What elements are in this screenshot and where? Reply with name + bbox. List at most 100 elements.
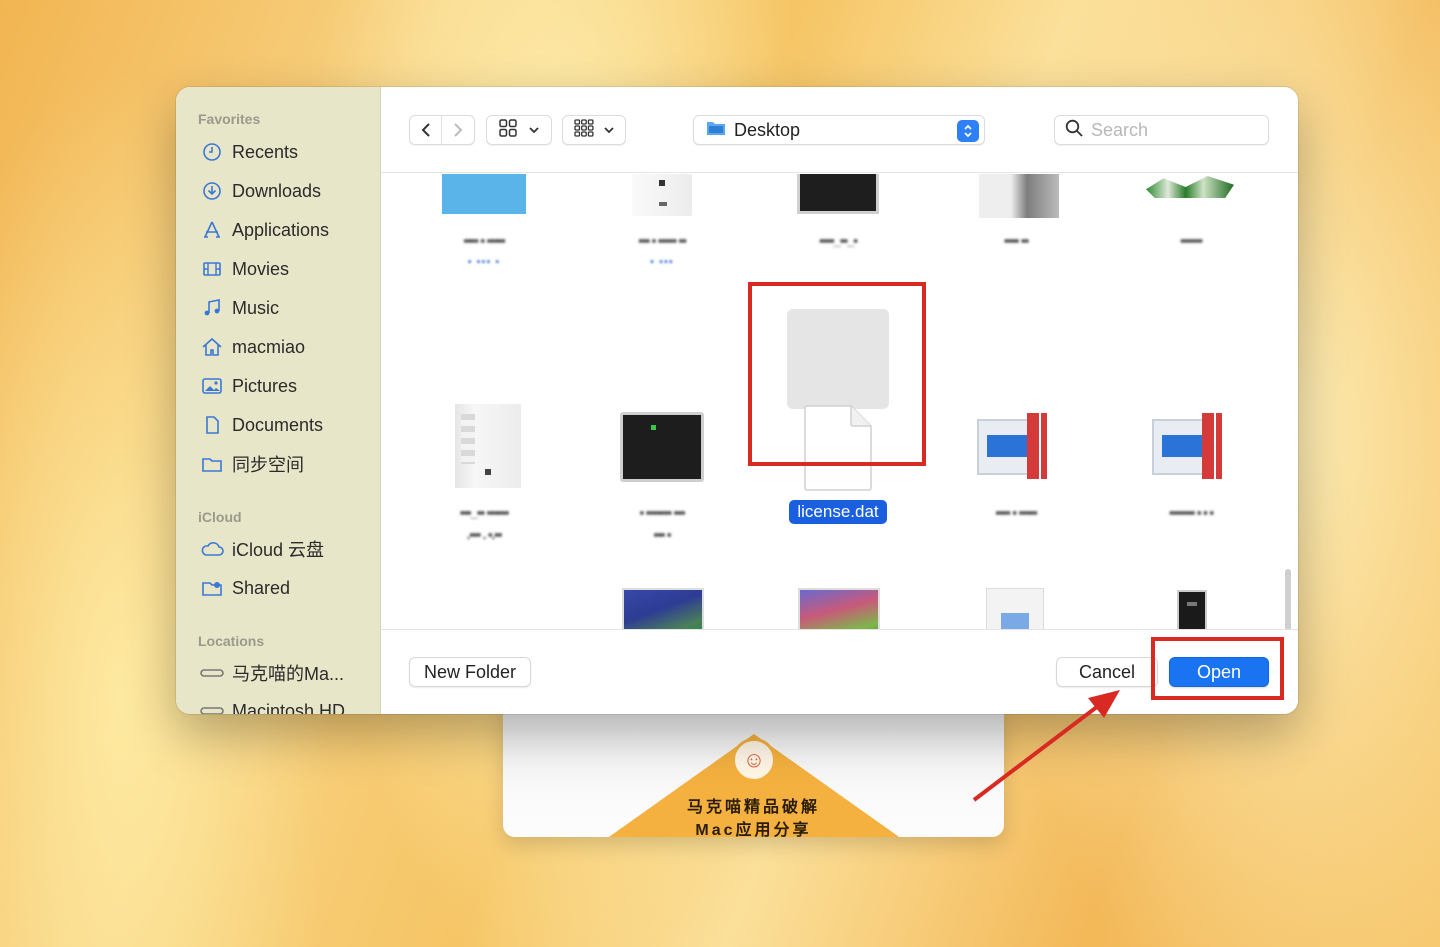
file-item[interactable]: ▪▪▪▪▪▪: [1116, 174, 1266, 274]
app-document-thumbnail: [1152, 413, 1230, 485]
sidebar-item-label: 马克喵的Ma...: [232, 664, 345, 684]
file-thumbnail: [1146, 176, 1234, 198]
file-item[interactable]: ▪▪▪▪▪ ▪▪▪▪ ▪: [587, 582, 737, 629]
view-mode-button[interactable]: [486, 115, 552, 145]
file-item[interactable]: ▪ ▪▪▪▪▪▪▪ ▪▪▪ ▪▪▪ ▪: [587, 399, 737, 559]
file-thumbnail: [620, 412, 704, 482]
sidebar-item-home[interactable]: macmiao: [200, 333, 305, 361]
current-folder-label: Desktop: [734, 119, 801, 140]
file-name-blurred: ▪▪▪▪ ▪ ▪▪▪▪▪: [463, 233, 505, 248]
group-by-button[interactable]: [562, 115, 626, 145]
sidebar-item-label: Movies: [232, 258, 290, 279]
file-thumbnail: [442, 174, 526, 214]
sidebar-item-label: Applications: [232, 219, 330, 240]
sidebar-item-label: Downloads: [232, 180, 322, 201]
file-item[interactable]: M▪▪ ▪▪▪ ▪▪ ▪▪: [409, 582, 559, 629]
file-name-blurred: ▪▪▪▪_▪▪_▪: [819, 233, 858, 248]
back-icon[interactable]: [410, 116, 443, 144]
forward-icon[interactable]: [442, 116, 474, 144]
film-icon: [200, 257, 224, 281]
file-item[interactable]: ▪▪▪▪ ▪▪: [941, 174, 1091, 274]
sidebar-item-label: macmiao: [232, 336, 306, 357]
sidebar-item-label: Shared: [232, 577, 291, 598]
highlight-box-open-button: [1151, 637, 1284, 700]
sidebar-item-icloud-drive[interactable]: iCloud 云盘: [200, 535, 324, 563]
sidebar-item-music[interactable]: Music: [200, 294, 279, 322]
sidebar-item-movies[interactable]: Movies: [200, 255, 289, 283]
sidebar-item-recents[interactable]: Recents: [200, 138, 298, 166]
toolbar: Desktop: [381, 87, 1298, 173]
file-item[interactable]: ▪▪▪▪ ▪▪▪▪▪ ▪: [1116, 582, 1266, 629]
file-meta-blurred: ▪ ▪▪▪: [650, 256, 674, 268]
sidebar-item-applications[interactable]: Applications: [200, 216, 329, 244]
home-icon: [200, 335, 224, 359]
updown-chevron-icon: [957, 120, 979, 142]
sidebar-item-downloads[interactable]: Downloads: [200, 177, 321, 205]
search-field[interactable]: [1054, 115, 1269, 145]
file-name-blurred: ▪▪▪▪ ▪ ▪▪▪▪▪: [995, 505, 1037, 520]
file-thumbnail: [632, 174, 692, 216]
vertical-scrollbar[interactable]: [1285, 569, 1291, 629]
file-name-blurred: ▪▪▪▪▪▪▪ ▪ ▪ ▪: [1169, 505, 1214, 520]
location-popup[interactable]: Desktop: [693, 115, 985, 145]
nav-buttons: [409, 115, 475, 145]
file-name-blurred: ▪▪▪ ▪: [653, 527, 671, 542]
highlight-box-license-file: [748, 282, 926, 466]
file-item[interactable]: ▪▪▪▪ ▪ ▪▪▪▪▪ ▪ ▪▪▪ ▪: [409, 174, 559, 274]
file-thumbnail: [797, 174, 879, 214]
sidebar-item-label: Documents: [232, 414, 324, 435]
search-input[interactable]: [1091, 119, 1261, 141]
applications-icon: [200, 218, 224, 242]
file-thumbnail: [979, 174, 1059, 218]
file-item[interactable]: ▪▪▪▪ ▪ ▪▪▪▪▪: [941, 399, 1091, 559]
desktop-folder-icon: [706, 119, 726, 142]
app-document-thumbnail: [977, 413, 1055, 485]
file-item[interactable]: ▪▪▪ ▪' ▪▪▪ ▪▪▪▪: [941, 582, 1091, 629]
file-item[interactable]: ▪▪▪▪_▪▪_▪: [763, 174, 913, 274]
sidebar-item-label: Macintosh HD: [232, 700, 346, 715]
file-thumbnail: [986, 588, 1044, 629]
sidebar-item-label: Recents: [232, 141, 299, 162]
sidebar: Favorites Recents Downloads Applications…: [176, 87, 381, 714]
sidebar-item-sync-space[interactable]: 同步空间: [200, 450, 304, 478]
file-name-blurred: .▪▪▪ . ▪.▪▪: [466, 527, 503, 542]
sidebar-item-shared[interactable]: Shared: [200, 574, 290, 602]
selected-file-name: license.dat: [789, 500, 887, 524]
file-item[interactable]: ▪▪▪ ▪ ▪▪▪▪▪ ▪▪ ▪ ▪▪▪: [587, 174, 737, 274]
search-icon: [1065, 119, 1083, 142]
promo-line-2: Mac应用分享: [695, 822, 812, 837]
red-arrow-icon: [972, 690, 1120, 802]
file-name-blurred: ▪▪▪▪ ▪▪: [1003, 233, 1029, 248]
promo-line-1: 马克喵精品破解: [686, 799, 820, 816]
clock-icon: [200, 140, 224, 164]
file-thumbnail: [455, 404, 521, 488]
disk-icon: [200, 661, 224, 685]
sidebar-item-label: iCloud 云盘: [232, 540, 325, 560]
chevron-down-icon: [604, 121, 614, 139]
file-item[interactable]: ▪▪▪▪▪▪▪ ▪ ▪ ▪: [1116, 399, 1266, 559]
file-item[interactable]: ▪▪▪_▪▪ ▪▪▪▪▪▪ .▪▪▪ . ▪.▪▪: [409, 399, 559, 559]
chevron-down-icon: [529, 121, 539, 139]
sidebar-item-macintosh-hd[interactable]: Macintosh HD: [200, 697, 345, 714]
photo-icon: [200, 374, 224, 398]
folder-icon: [200, 452, 224, 476]
shared-folder-icon: [200, 576, 224, 600]
sidebar-item-device[interactable]: 马克喵的Ma...: [200, 659, 344, 687]
sidebar-section-locations: Locations: [198, 633, 265, 649]
sidebar-item-label: Music: [232, 297, 280, 318]
file-item[interactable]: ▪▪▪▪▪ ▪▪▪▪ ▪: [763, 582, 913, 629]
file-meta-blurred: ▪ ▪▪▪ ▪: [467, 256, 501, 268]
file-thumbnail: [1177, 590, 1207, 629]
new-folder-button[interactable]: New Folder: [409, 657, 532, 687]
sidebar-section-favorites: Favorites: [198, 111, 261, 127]
wallpaper-thumbnail: [622, 588, 704, 629]
sidebar-item-documents[interactable]: Documents: [200, 411, 323, 439]
download-icon: [200, 179, 224, 203]
sidebar-item-pictures[interactable]: Pictures: [200, 372, 297, 400]
disk-icon: [200, 699, 224, 714]
sidebar-section-icloud: iCloud: [198, 509, 242, 525]
file-name-blurred: ▪▪▪▪▪▪: [1180, 233, 1203, 248]
music-note-icon: [200, 296, 224, 320]
cloud-icon: [200, 537, 224, 561]
file-name-blurred: ▪ ▪▪▪▪▪▪▪ ▪▪▪: [639, 505, 686, 520]
